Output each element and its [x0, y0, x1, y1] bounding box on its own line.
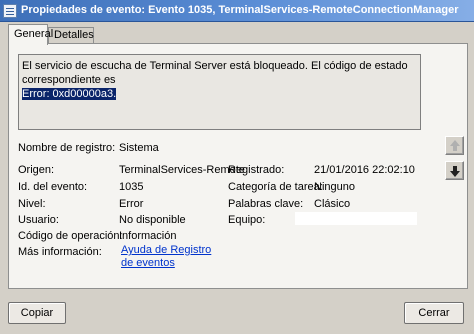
window-title: Propiedades de evento: Evento 1035, Term…: [21, 4, 459, 16]
event-id-value: 1035: [119, 181, 144, 193]
event-viewer-icon: [3, 4, 17, 18]
keywords-label: Palabras clave:: [228, 198, 304, 210]
level-value: Error: [119, 198, 144, 210]
close-button[interactable]: Cerrar: [404, 302, 464, 324]
computer-value: [295, 212, 417, 225]
scroll-down-button[interactable]: [445, 161, 464, 180]
task-category-label: Categoría de tarea:: [228, 181, 323, 193]
tab-general[interactable]: General: [8, 24, 53, 45]
event-description-selected-text: Error: 0xd00000a3.: [22, 88, 117, 100]
event-id-label: Id. del evento:: [18, 181, 88, 193]
log-name-value: Sistema: [119, 142, 159, 154]
scroll-up-button[interactable]: [445, 136, 464, 155]
more-info-label: Más información:: [18, 246, 102, 258]
event-log-help-link[interactable]: Ayuda de Registro de eventos: [121, 244, 216, 270]
arrow-down-icon: [450, 166, 460, 177]
user-value: No disponible: [119, 214, 186, 226]
source-value: TerminalServices-Remote: [119, 164, 245, 176]
computer-label: Equipo:: [228, 214, 266, 226]
arrow-up-icon: [450, 140, 460, 151]
task-category-value: Ninguno: [314, 181, 355, 193]
log-name-label: Nombre de registro:: [18, 142, 116, 154]
general-tab-panel: El servicio de escucha de Terminal Serve…: [8, 43, 468, 289]
opcode-label: Código de operación:: [18, 230, 123, 242]
logged-value: 21/01/2016 22:02:10: [314, 164, 415, 176]
source-label: Origen:: [18, 164, 55, 176]
event-description-text: El servicio de escucha de Terminal Serve…: [22, 60, 408, 86]
title-bar[interactable]: Propiedades de evento: Evento 1035, Term…: [0, 0, 474, 22]
event-description-box[interactable]: El servicio de escucha de Terminal Serve…: [18, 54, 421, 130]
copy-button[interactable]: Copiar: [8, 302, 66, 324]
opcode-value: Información: [119, 230, 177, 242]
logged-label: Registrado:: [228, 164, 285, 176]
event-properties-window: Propiedades de evento: Evento 1035, Term…: [0, 0, 474, 334]
tab-detalles[interactable]: Detalles: [48, 27, 94, 44]
keywords-value: Clásico: [314, 198, 351, 210]
user-label: Usuario:: [18, 214, 59, 226]
level-label: Nivel:: [18, 198, 46, 210]
